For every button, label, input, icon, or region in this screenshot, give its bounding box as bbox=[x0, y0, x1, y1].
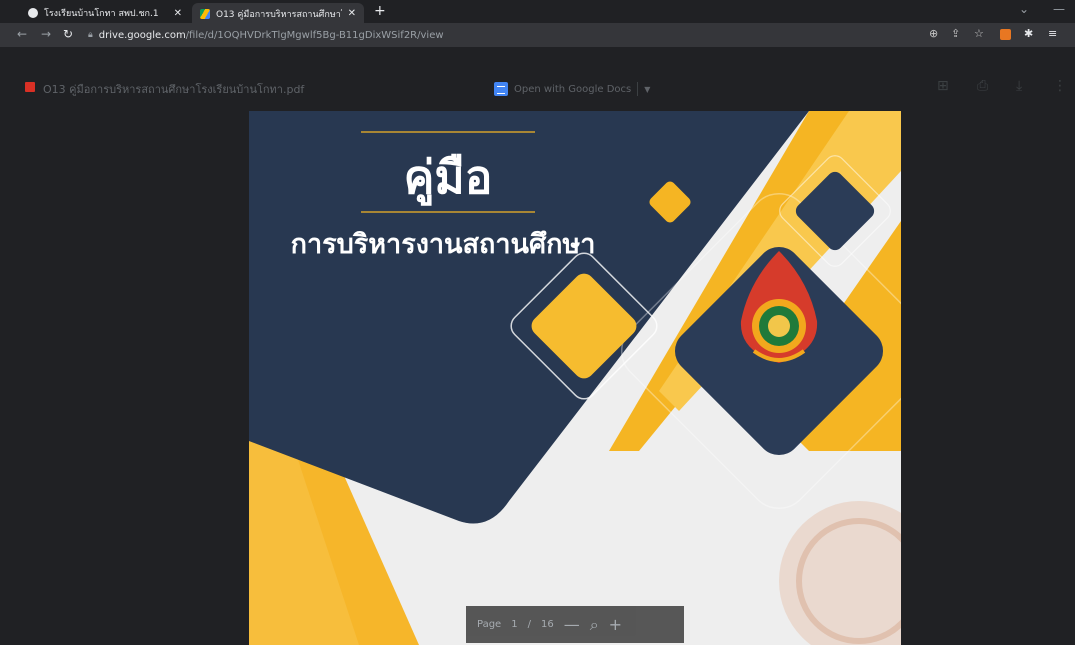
tab-school[interactable]: โรงเรียนบ้านโกทา สพป.ชก.1 ✕ bbox=[20, 4, 190, 22]
file-name: O13 คู่มือการบริหารสถานศึกษาโรงเรียนบ้าน… bbox=[43, 83, 305, 96]
zoom-icon[interactable]: ⊕ bbox=[929, 27, 938, 40]
back-button[interactable]: ← bbox=[17, 27, 27, 41]
pdf-viewer-header: O13 คู่มือการบริหารสถานศึกษาโรงเรียนบ้าน… bbox=[7, 70, 1067, 104]
google-drive-icon bbox=[200, 8, 210, 19]
browser-toolbar: ← → ↻ 🔒︎ drive.google.com/file/d/1OQHVDr… bbox=[0, 23, 1075, 47]
page-label: Page bbox=[477, 619, 502, 630]
tab-search-icon[interactable]: ⌄ bbox=[1019, 2, 1029, 16]
cover-title: คู่มือ bbox=[404, 150, 493, 206]
divider bbox=[637, 82, 639, 96]
page-separator: / bbox=[527, 619, 531, 630]
more-options-icon[interactable]: ⋮ bbox=[1053, 78, 1067, 94]
forward-button[interactable]: → bbox=[41, 27, 51, 41]
tab-title: O13 คู่มือการบริหารสถานศึกษาโรงเรีย bbox=[216, 9, 342, 20]
pdf-page: คู่มือ การบริหารงานสถานศึกษา bbox=[249, 111, 901, 645]
cover-artwork: คู่มือ การบริหารงานสถานศึกษา bbox=[249, 111, 901, 645]
current-page[interactable]: 1 bbox=[511, 619, 517, 630]
print-icon[interactable]: ⎙ bbox=[977, 78, 988, 94]
open-with-button[interactable]: Open with Google Docs ▼ bbox=[494, 78, 656, 100]
close-icon[interactable]: ✕ bbox=[348, 8, 356, 19]
chevron-down-icon[interactable]: ▼ bbox=[644, 85, 650, 94]
close-icon[interactable]: ✕ bbox=[174, 8, 182, 19]
bookmark-star-icon[interactable]: ☆ bbox=[974, 27, 984, 40]
tab-title: โรงเรียนบ้านโกทา สพป.ชก.1 bbox=[44, 9, 159, 19]
reading-list-icon[interactable]: ≡ bbox=[1048, 27, 1057, 40]
extensions-puzzle-icon[interactable]: ✱ bbox=[1024, 27, 1033, 40]
url-path: /file/d/1OQHVDrkTlgMgwlf5Bg-B11gDixWSif2… bbox=[185, 29, 444, 41]
zoom-in-icon[interactable]: + bbox=[609, 615, 622, 634]
extension-fox-icon[interactable] bbox=[1000, 29, 1011, 40]
reload-button[interactable]: ↻ bbox=[63, 27, 73, 41]
add-comment-icon[interactable]: ⊞ bbox=[937, 78, 949, 94]
new-tab-button[interactable]: + bbox=[374, 3, 386, 19]
zoom-search-icon[interactable]: ⌕ bbox=[590, 615, 599, 635]
page-navigator: Page 1 / 16 — ⌕ + bbox=[466, 606, 684, 643]
address-bar[interactable]: 🔒︎ drive.google.com/file/d/1OQHVDrkTlgMg… bbox=[88, 26, 903, 44]
minimize-button[interactable]: — bbox=[1053, 2, 1065, 16]
zoom-out-icon[interactable]: — bbox=[564, 615, 580, 634]
lock-icon[interactable]: 🔒︎ bbox=[88, 30, 93, 40]
download-icon[interactable]: ⤓ bbox=[1016, 78, 1022, 94]
google-docs-icon bbox=[494, 82, 508, 96]
url-domain: drive.google.com bbox=[98, 29, 186, 41]
tab-drive-pdf[interactable]: O13 คู่มือการบริหารสถานศึกษาโรงเรีย ✕ bbox=[192, 3, 364, 24]
pdf-file-icon bbox=[25, 82, 35, 92]
total-pages: 16 bbox=[540, 619, 554, 630]
cover-subtitle: การบริหารงานสถานศึกษา bbox=[291, 229, 596, 260]
share-icon[interactable]: ⇪ bbox=[951, 27, 960, 40]
open-with-label: Open with Google Docs bbox=[514, 83, 632, 95]
globe-icon bbox=[28, 8, 38, 18]
